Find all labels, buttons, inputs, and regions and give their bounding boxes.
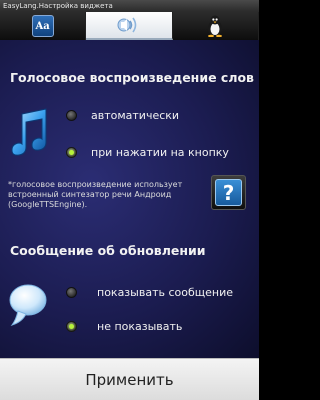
apply-button[interactable]: Применить <box>0 359 259 400</box>
tab-dictionary[interactable]: Aa <box>0 12 87 40</box>
update-option-show-label: показывать сообщение <box>97 286 233 299</box>
footer-bar: Применить <box>0 358 259 400</box>
radio-on-click[interactable] <box>66 147 77 158</box>
tab-linux[interactable] <box>173 12 259 40</box>
settings-panel: Голосовое воспроизведение слов автоматич… <box>0 40 259 358</box>
update-section-heading: Сообщение об обновлении <box>10 243 206 258</box>
window-title: EasyLang.Настройка виджета <box>0 0 259 12</box>
tab-sound[interactable] <box>86 12 173 40</box>
update-option-hide[interactable]: не показывать <box>66 320 182 333</box>
voice-option-auto-label: автоматически <box>91 109 180 122</box>
tts-note: *голосовое воспроизведение использует вс… <box>8 180 183 209</box>
voice-option-auto[interactable]: автоматически <box>66 109 179 122</box>
voice-option-on-click[interactable]: при нажатии на кнопку <box>66 146 229 159</box>
sound-icon <box>117 17 137 33</box>
radio-auto[interactable] <box>66 110 77 121</box>
voice-option-on-click-label: при нажатии на кнопку <box>91 146 229 159</box>
update-option-show[interactable]: показывать сообщение <box>66 286 233 299</box>
voice-section-heading: Голосовое воспроизведение слов <box>10 70 254 85</box>
tab-bar: Aa <box>0 12 259 40</box>
linux-penguin-icon <box>208 15 223 37</box>
question-mark-icon: ? <box>215 179 242 206</box>
radio-show-message[interactable] <box>66 287 77 298</box>
help-button[interactable]: ? <box>211 175 246 210</box>
dictionary-icon: Aa <box>31 15 54 37</box>
radio-hide-message[interactable] <box>66 321 77 332</box>
speech-bubble-icon <box>9 284 47 326</box>
update-option-hide-label: не показывать <box>97 320 183 333</box>
music-note-icon <box>11 108 47 156</box>
